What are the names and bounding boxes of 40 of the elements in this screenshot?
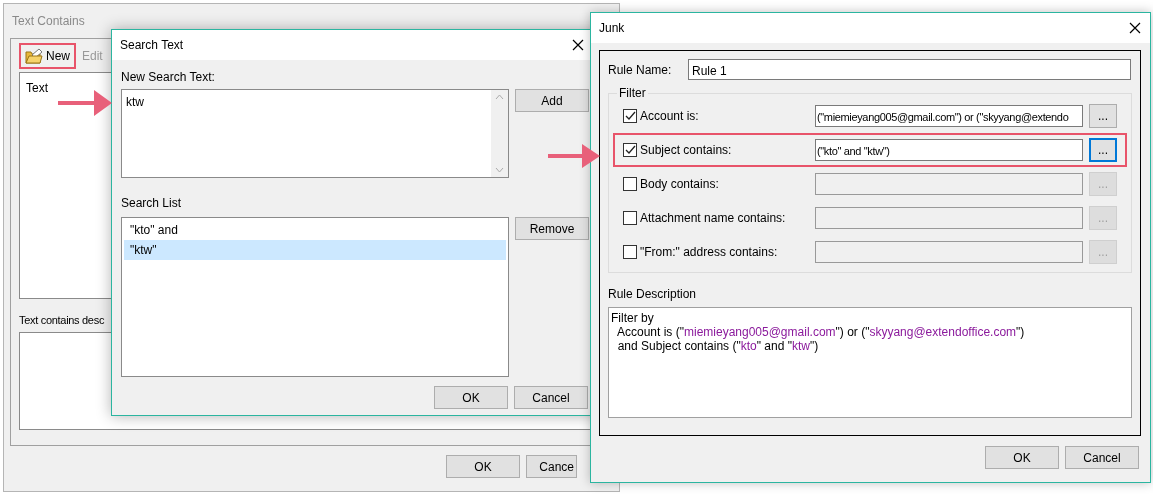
list-item[interactable]: Text bbox=[26, 79, 48, 97]
cancel-button[interactable]: Cance bbox=[526, 455, 577, 478]
arrow-icon bbox=[58, 88, 112, 118]
field-label: Text contains desc bbox=[19, 314, 105, 326]
cancel-button[interactable]: Cancel bbox=[514, 386, 588, 409]
ok-button[interactable]: OK bbox=[434, 386, 508, 409]
browse-button[interactable]: ... bbox=[1089, 138, 1117, 162]
ok-button[interactable]: OK bbox=[985, 446, 1059, 469]
field-label: New Search Text: bbox=[121, 70, 215, 84]
remove-button[interactable]: Remove bbox=[515, 217, 589, 240]
field-label: Rule Description bbox=[608, 287, 697, 301]
window-title: Text Contains bbox=[12, 13, 85, 30]
list-item[interactable]: "ktw" bbox=[124, 240, 506, 260]
description-line: Account is ("miemieyang005@gmail.com") or ("skyyang@extendoffice.com") bbox=[616, 325, 1026, 339]
cancel-button[interactable]: Cancel bbox=[1065, 446, 1139, 469]
close-button[interactable] bbox=[1129, 22, 1141, 34]
window-title: Junk bbox=[599, 20, 625, 37]
text-area[interactable]: ktw bbox=[121, 89, 509, 178]
close-button[interactable] bbox=[572, 39, 584, 51]
text-field[interactable]: ("kto" and "ktw") bbox=[815, 139, 1083, 161]
new-button[interactable]: New bbox=[19, 43, 76, 69]
description-line: and Subject contains ("kto" and "ktw") bbox=[616, 339, 820, 353]
input-text: ktw bbox=[125, 94, 145, 111]
checkbox[interactable] bbox=[623, 143, 637, 157]
window-title: Search Text bbox=[120, 37, 184, 54]
arrow-icon bbox=[548, 142, 600, 170]
checkbox-label[interactable]: Account is: bbox=[640, 107, 699, 125]
folder-icon bbox=[25, 48, 43, 64]
rule-name-field[interactable]: Rule 1 bbox=[688, 59, 1131, 80]
checkbox[interactable] bbox=[623, 109, 637, 123]
text-field[interactable]: ("miemieyang005@gmail.com") or ("skyyang@extendo bbox=[815, 105, 1083, 127]
checkbox-label[interactable]: Subject contains: bbox=[640, 141, 732, 159]
add-button[interactable]: Add bbox=[515, 89, 589, 112]
description-line: Filter by bbox=[611, 311, 655, 325]
field-label: Search List bbox=[121, 196, 182, 210]
field-label: Rule Name: bbox=[608, 61, 673, 79]
browse-button[interactable]: ... bbox=[1089, 104, 1117, 128]
group-label: Filter bbox=[618, 87, 647, 99]
ok-button[interactable]: OK bbox=[446, 455, 520, 478]
list-item[interactable]: "kto" and bbox=[124, 220, 506, 240]
